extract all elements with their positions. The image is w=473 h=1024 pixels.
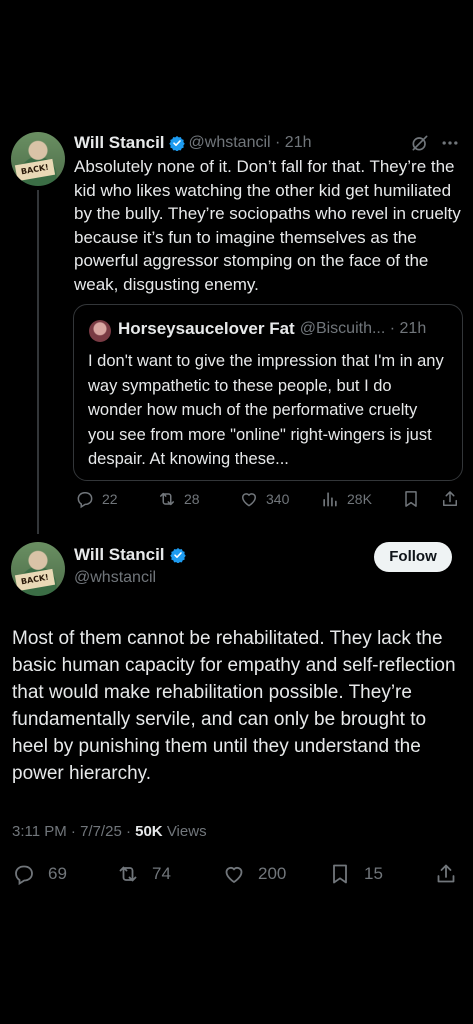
view-count-strong: 50K: [135, 823, 163, 840]
repost-button[interactable]: 28: [157, 489, 200, 509]
repost-icon: [119, 866, 137, 882]
verified-icon: [169, 548, 186, 563]
like-button[interactable]: 340: [239, 489, 289, 509]
views-label: Views: [162, 823, 207, 840]
avatar[interactable]: BACK!: [11, 542, 65, 596]
views-icon: [323, 492, 337, 507]
like-button[interactable]: 200: [222, 862, 286, 886]
quote-header: Horseysaucelover Fat @Biscuith... · 21h: [118, 319, 426, 339]
reply-count: 69: [48, 864, 67, 883]
reply-icon: [77, 492, 93, 509]
share-icon[interactable]: [440, 489, 460, 509]
main-handle[interactable]: @whstancil: [74, 569, 156, 587]
main-tweet-text: Most of them cannot be rehabilitated. Th…: [12, 628, 456, 784]
views-button[interactable]: 28K: [320, 489, 372, 509]
repost-count: 74: [152, 864, 171, 883]
view-count: 28K: [347, 491, 372, 507]
quote-handle-and-time: @Biscuith... · 21h: [299, 320, 427, 337]
timestamp[interactable]: 3:11 PM · 7/7/25 ·: [12, 823, 135, 840]
like-icon: [225, 866, 243, 884]
tweet-meta: 3:11 PM · 7/7/25 · 50K Views: [12, 823, 207, 840]
main-author-row: Will Stancil: [74, 545, 186, 565]
like-count: 200: [258, 864, 287, 883]
quote-text: I don't want to give the impression that…: [88, 352, 444, 468]
reply-button[interactable]: 69: [12, 862, 67, 886]
more-icon[interactable]: [440, 133, 460, 153]
verified-icon: [168, 136, 185, 151]
author-name[interactable]: Will Stancil: [74, 545, 165, 565]
repost-icon: [160, 492, 174, 506]
bookmark-icon: [333, 864, 347, 884]
reply-count: 22: [102, 491, 118, 507]
avatar[interactable]: BACK!: [11, 132, 65, 186]
handle-and-time: @whstancil · 21h: [188, 134, 312, 151]
bookmark-icon[interactable]: [401, 489, 421, 509]
follow-button[interactable]: Follow: [374, 542, 452, 572]
reply-icon: [15, 865, 33, 886]
thread-connector: [37, 190, 39, 534]
quote-avatar: [89, 320, 111, 342]
reply-tweet-header: Will Stancil @whstancil · 21h: [74, 132, 312, 154]
grok-icon[interactable]: [410, 133, 430, 153]
like-icon: [241, 493, 257, 507]
bookmark-button[interactable]: 15: [328, 862, 383, 886]
repost-button[interactable]: 74: [116, 862, 171, 886]
quoted-tweet[interactable]: Horseysaucelover Fat @Biscuith... · 21h …: [73, 304, 463, 481]
repost-count: 28: [184, 491, 200, 507]
bookmark-count: 15: [364, 864, 383, 883]
reply-tweet-text: Absolutely none of it. Don’t fall for th…: [74, 157, 461, 294]
like-count: 340: [266, 491, 290, 507]
author-name[interactable]: Will Stancil: [74, 133, 165, 153]
share-icon[interactable]: [434, 862, 458, 886]
avatar-sign: BACK!: [14, 568, 56, 592]
avatar-sign: BACK!: [14, 158, 56, 182]
quote-author-name: Horseysaucelover Fat: [118, 319, 295, 338]
reply-button[interactable]: 22: [75, 489, 118, 509]
